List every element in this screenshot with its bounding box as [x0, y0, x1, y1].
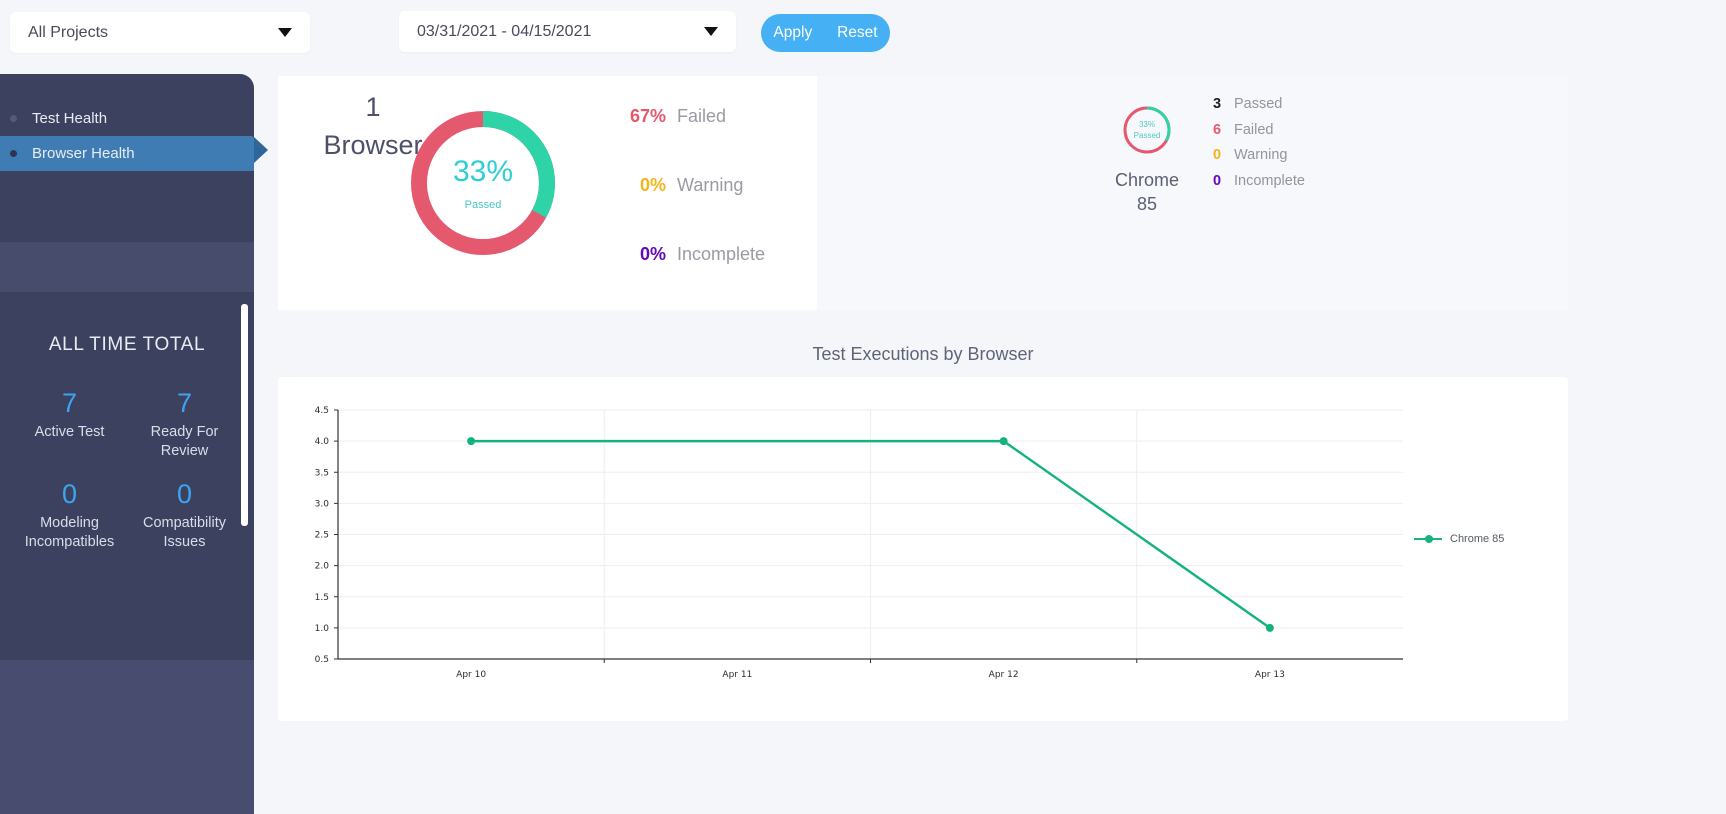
- sidebar: Test Health Browser Health ALL TIME TOTA…: [0, 74, 254, 814]
- legend-row-failed: 67% Failed: [616, 106, 816, 175]
- count-value: 6: [1213, 121, 1222, 138]
- y-tick-label: 2.5: [315, 531, 329, 541]
- bullet-icon: [10, 150, 17, 157]
- pass-fail-donut-chart: 33% Passed: [404, 104, 562, 262]
- count-label: Incomplete: [1234, 172, 1305, 189]
- chart-gridlines: [338, 409, 1403, 660]
- count-row-failed: 6 Failed: [1213, 122, 1305, 148]
- stat-label: Active Test: [34, 424, 105, 440]
- browser-summary-card: 1 Browser 33% Passed 67% Failed 0% Warni…: [278, 76, 1568, 310]
- stat-modeling-incompatibles: 0 Modeling Incompatibles: [12, 477, 127, 552]
- browser-breakdown: 33% Passed Chrome 85 3 Passed 6 Failed 0…: [817, 76, 1568, 310]
- legend-label: Failed: [677, 106, 727, 126]
- chart-y-tick-labels: 0.5 1.0 1.5 2.0 2.5 3.0 3.5 4.0 4.5: [315, 406, 330, 665]
- browser-name: Chrome 85: [1087, 168, 1207, 216]
- sidebar-item-test-health[interactable]: Test Health: [0, 101, 254, 136]
- chart-legend[interactable]: Chrome 85: [1414, 533, 1504, 545]
- top-filter-bar: All Projects 03/31/2021 - 04/15/2021 App…: [0, 0, 1726, 70]
- browser-status-counts: 3 Passed 6 Failed 0 Warning 0 Incomplete: [1213, 96, 1305, 198]
- legend-percent: 67%: [629, 106, 666, 126]
- reset-button[interactable]: Reset: [833, 24, 882, 42]
- stat-label: Compatibility Issues: [143, 515, 226, 550]
- count-label: Passed: [1234, 96, 1283, 112]
- stat-value: 7: [61, 388, 78, 418]
- mini-donut-percent: 33%: [1138, 120, 1155, 129]
- legend-percent: 0%: [639, 244, 666, 264]
- legend-label: Warning: [677, 175, 744, 195]
- date-range-select[interactable]: 03/31/2021 - 04/15/2021: [399, 11, 736, 52]
- donut-center-label: 33% Passed: [404, 104, 562, 262]
- chart-x-tick-labels: Apr 10 Apr 11 Apr 12 Apr 13: [456, 670, 1285, 680]
- y-tick-label: 1.5: [315, 593, 329, 603]
- stat-active-test: 7 Active Test: [12, 386, 127, 461]
- count-row-incomplete: 0 Incomplete: [1213, 173, 1305, 199]
- donut-sublabel: Passed: [464, 199, 502, 211]
- all-time-total-panel: ALL TIME TOTAL 7 Active Test 7 Ready For…: [0, 292, 254, 660]
- mini-donut-label: 33% Passed: [1121, 104, 1173, 156]
- x-tick-label: Apr 13: [1255, 670, 1285, 680]
- x-tick-label: Apr 11: [722, 670, 752, 680]
- status-legend: 67% Failed 0% Warning 0% Incomplete: [616, 106, 816, 313]
- project-select[interactable]: All Projects: [10, 12, 310, 53]
- count-value: 3: [1213, 96, 1222, 112]
- y-tick-label: 3.5: [315, 468, 329, 478]
- y-tick-label: 0.5: [315, 655, 329, 665]
- legend-label: Incomplete: [677, 244, 766, 264]
- stat-value: 0: [176, 479, 193, 509]
- mini-donut-sublabel: Passed: [1133, 131, 1161, 140]
- donut-percent: 33%: [452, 155, 514, 188]
- stat-ready-for-review: 7 Ready For Review: [127, 386, 242, 461]
- stat-label: Modeling Incompatibles: [24, 515, 115, 550]
- y-tick-label: 3.0: [315, 499, 330, 509]
- legend-row-incomplete: 0% Incomplete: [616, 244, 816, 313]
- legend-line-icon: [1414, 535, 1442, 543]
- stat-value: 7: [176, 388, 193, 418]
- apply-button[interactable]: Apply: [769, 24, 816, 42]
- y-tick-label: 4.5: [315, 406, 329, 416]
- summary-overview: 1 Browser 33% Passed 67% Failed 0% Warni…: [278, 76, 817, 310]
- chart-title: Test Executions by Browser: [812, 344, 1034, 364]
- browser-name-line2: 85: [1136, 194, 1158, 214]
- stat-compatibility-issues: 0 Compatibility Issues: [127, 477, 242, 552]
- chart-axes: [334, 409, 1403, 663]
- filter-actions: Apply Reset: [761, 14, 890, 52]
- project-select-value: All Projects: [28, 23, 109, 41]
- sidebar-footer-panel: [0, 660, 254, 814]
- y-tick-label: 2.0: [315, 562, 330, 572]
- sidebar-scrollbar-thumb[interactable]: [241, 304, 248, 526]
- count-value: 0: [1213, 172, 1222, 189]
- stat-value: 0: [61, 479, 78, 509]
- active-nav-pointer-icon: [254, 137, 268, 163]
- browser-name-line1: Chrome: [1114, 170, 1180, 190]
- count-label: Warning: [1234, 147, 1288, 163]
- x-tick-label: Apr 10: [456, 670, 486, 680]
- y-tick-label: 4.0: [315, 437, 330, 447]
- line-chart-svg: 0.5 1.0 1.5 2.0 2.5 3.0 3.5 4.0 4.5 Apr 10 Apr 11…: [315, 406, 1403, 680]
- legend-percent: 0%: [639, 175, 666, 195]
- chevron-down-icon: [278, 28, 292, 37]
- stat-label: Ready For Review: [150, 424, 219, 459]
- count-value: 0: [1213, 147, 1222, 163]
- mini-donut-chart: 33% Passed: [1121, 104, 1173, 156]
- sidebar-item-label: Browser Health: [32, 145, 135, 162]
- all-time-stat-grid: 7 Active Test 7 Ready For Review 0 Model…: [0, 356, 254, 552]
- bullet-icon: [10, 115, 17, 122]
- all-time-total-title: ALL TIME TOTAL: [48, 334, 206, 355]
- x-tick-label: Apr 12: [989, 670, 1019, 680]
- chart-legend-label: Chrome 85: [1450, 533, 1505, 545]
- legend-marker-icon: [1425, 535, 1433, 543]
- browser-chrome-85: 33% Passed Chrome 85: [1087, 104, 1207, 216]
- count-label: Failed: [1234, 121, 1274, 138]
- sidebar-item-browser-health[interactable]: Browser Health: [0, 136, 254, 171]
- y-tick-label: 1.0: [315, 624, 330, 634]
- legend-row-warning: 0% Warning: [616, 175, 816, 244]
- sidebar-spacer-panel: [0, 242, 254, 292]
- date-range-value: 03/31/2021 - 04/15/2021: [417, 22, 592, 40]
- test-executions-chart-card: 0.5 1.0 1.5 2.0 2.5 3.0 3.5 4.0 4.5 Apr 10 Apr 11…: [278, 377, 1568, 721]
- chevron-down-icon: [704, 27, 718, 36]
- sidebar-item-label: Test Health: [32, 110, 108, 127]
- count-row-warning: 0 Warning: [1213, 147, 1305, 173]
- count-row-passed: 3 Passed: [1213, 96, 1305, 122]
